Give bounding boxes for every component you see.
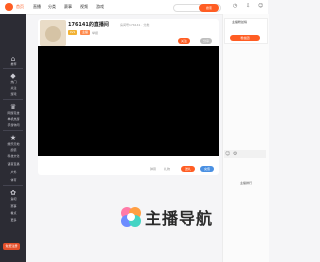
host-ranking-label: 主播排行 <box>240 181 253 185</box>
sidebar-item-voice[interactable]: 语音直播 <box>3 162 24 166</box>
sidebar-item-tech[interactable]: 科技文化 <box>3 154 24 158</box>
fans-ranking-title: 主播粉丝榜 <box>232 20 248 24</box>
sidebar-divider <box>3 99 23 100</box>
nav-events[interactable]: 赛事 <box>64 4 72 10</box>
sidebar-divider <box>3 68 23 69</box>
sidebar-item-single[interactable]: 单机热游 <box>3 117 24 121</box>
nav-live[interactable]: 直播 <box>33 4 41 10</box>
send-gift-button[interactable]: 送礼 <box>181 166 195 172</box>
right-panel <box>222 14 269 262</box>
charge-button[interactable]: 充值 <box>200 166 214 172</box>
chat-toolbar <box>224 150 266 158</box>
emoji-icon[interactable]: ☺ <box>225 151 230 157</box>
site-logo-icon[interactable] <box>5 3 13 11</box>
sidebar-fish-icon[interactable]: ✿ <box>8 189 18 197</box>
sidebar-item-esports[interactable]: 网游竞技 <box>3 111 24 115</box>
sidebar-item-follow[interactable]: 关注 <box>3 86 24 90</box>
sidebar-item-more[interactable]: 更多 <box>3 218 24 222</box>
sidebar-item-outdoor[interactable]: 户外 <box>3 170 24 174</box>
sidebar-item-entertainment[interactable]: 娱乐天地 <box>3 142 24 146</box>
sidebar-divider <box>3 185 23 186</box>
fans-club-button[interactable]: 粉丝团 <box>230 35 260 41</box>
level-badge: LV1 <box>68 30 78 35</box>
sidebar-item-hot[interactable]: 热门 <box>3 80 24 84</box>
sidebar-item-highlights[interactable]: 看点 <box>3 211 24 215</box>
nav-video[interactable]: 视频 <box>80 4 88 10</box>
room-subtitle: 房间号176141 · 分类 <box>120 23 150 27</box>
report-link[interactable]: 举报 <box>92 31 98 35</box>
history-icon[interactable]: ◷ <box>233 3 237 9</box>
settings-icon[interactable]: ⚙ <box>233 151 237 157</box>
sidebar-item-mobile[interactable]: 手游休闲 <box>3 123 24 127</box>
search-button[interactable]: 搜索 <box>199 4 219 12</box>
sidebar-star-icon[interactable]: ★ <box>8 134 18 142</box>
nav-home[interactable]: 首页 <box>16 4 24 10</box>
sidebar-item-games[interactable]: 游戏 <box>3 92 24 96</box>
sidebar-item-events[interactable]: 赛事 <box>3 204 24 208</box>
user-icon[interactable]: ☺ <box>258 3 263 9</box>
sidebar-item-recommend[interactable]: 推荐 <box>3 62 24 66</box>
danmu-label[interactable]: 弹幕 <box>150 167 156 171</box>
avatar-image-icon <box>45 26 61 42</box>
nav-games[interactable]: 游戏 <box>96 4 104 10</box>
share-button[interactable]: 分享 <box>200 38 212 44</box>
register-button[interactable]: 免费注册 <box>3 243 20 250</box>
sidebar-item-beauty[interactable]: 颜值 <box>3 148 24 152</box>
video-player[interactable] <box>38 46 219 156</box>
watermark-text: 主播导航 <box>145 209 214 228</box>
download-icon[interactable]: ⇩ <box>246 3 250 9</box>
sidebar-divider <box>3 130 23 131</box>
follow-button[interactable]: 关注 <box>178 38 190 44</box>
sidebar-item-fishbar[interactable]: 鱼吧 <box>3 197 24 201</box>
watermark-logo-icon <box>121 207 141 227</box>
sidebar-item-sports[interactable]: 体育 <box>3 178 24 182</box>
sidebar-game-icon[interactable]: ◆ <box>8 72 18 80</box>
sidebar-trophy-icon[interactable]: ♛ <box>8 103 18 111</box>
nav-category[interactable]: 分类 <box>48 4 56 10</box>
gift-label[interactable]: 礼物 <box>164 167 170 171</box>
room-title: 176141的直播间 <box>68 22 109 28</box>
host-badge: 主播 <box>80 30 91 35</box>
